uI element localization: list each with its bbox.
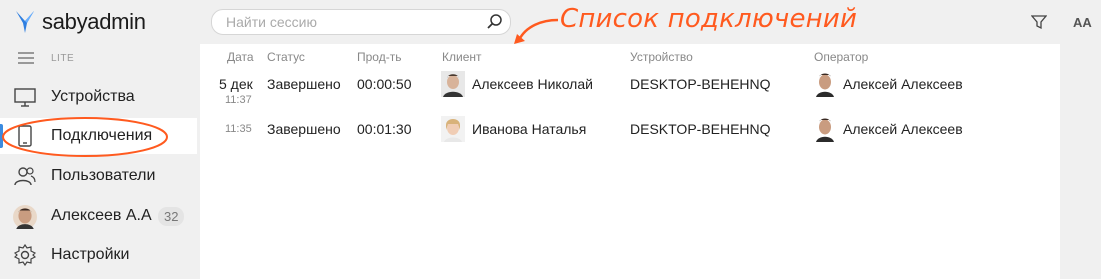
column-header-date[interactable]: Дата <box>227 50 254 64</box>
column-header-operator[interactable]: Оператор <box>814 50 868 64</box>
row-client: Алексеев Николай <box>472 76 593 92</box>
session-count-badge: 32 <box>158 206 185 226</box>
row-client: Иванова Наталья <box>472 121 587 137</box>
sidebar-item-label: Настройки <box>51 246 130 263</box>
font-size-button[interactable]: AA <box>1073 15 1092 30</box>
gear-icon <box>14 244 36 266</box>
sidebar-item-account[interactable]: Алексеев А.А 32 <box>0 198 197 234</box>
row-status: Завершено <box>267 76 341 92</box>
sidebar-item-users[interactable]: Пользователи <box>0 158 197 194</box>
row-date: 5 дек <box>219 76 253 92</box>
app-logo[interactable]: sabyadmin <box>14 7 146 37</box>
column-header-status[interactable]: Статус <box>267 50 305 64</box>
column-header-duration[interactable]: Прод-ть <box>357 50 401 64</box>
row-status: Завершено <box>267 121 341 137</box>
row-device: DESKTOP-BEHEHNQ <box>630 76 771 92</box>
highlight-circle-annotation <box>2 117 168 157</box>
monitor-icon <box>14 88 36 107</box>
sidebar-item-devices[interactable]: Устройства <box>0 79 197 115</box>
saby-logo-icon <box>16 11 34 33</box>
avatar <box>13 205 37 229</box>
users-icon <box>14 167 36 186</box>
column-header-client[interactable]: Клиент <box>442 50 482 64</box>
session-search[interactable] <box>211 9 511 35</box>
operator-avatar <box>816 118 834 142</box>
column-header-device[interactable]: Устройство <box>630 50 693 64</box>
sidebar-item-label: Устройства <box>51 88 135 105</box>
row-time: 11:35 <box>225 123 252 135</box>
search-icon[interactable] <box>486 13 504 31</box>
row-duration: 00:00:50 <box>357 76 412 92</box>
client-avatar <box>441 71 465 97</box>
sidebar: sabyadmin LITE Устройства Подключения По… <box>0 0 197 279</box>
search-input[interactable] <box>224 13 478 31</box>
edition-label: LITE <box>51 53 75 64</box>
client-avatar <box>441 116 465 142</box>
row-device: DESKTOP-BEHEHNQ <box>630 121 771 137</box>
arrow-annotation-icon <box>514 18 559 44</box>
sidebar-item-settings[interactable]: Настройки <box>0 237 197 273</box>
operator-avatar <box>816 73 834 97</box>
sidebar-item-label: Алексеев А.А <box>51 207 152 224</box>
row-duration: 00:01:30 <box>357 121 412 137</box>
row-operator: Алексей Алексеев <box>843 121 963 137</box>
filter-icon[interactable] <box>1031 14 1047 30</box>
app-title: sabyadmin <box>42 9 146 34</box>
row-operator: Алексей Алексеев <box>843 76 963 92</box>
row-time: 11:37 <box>225 94 252 106</box>
sidebar-item-label: Пользователи <box>51 167 156 184</box>
annotation-label: Список подключений <box>560 4 858 34</box>
hamburger-menu-icon[interactable] <box>18 52 34 64</box>
